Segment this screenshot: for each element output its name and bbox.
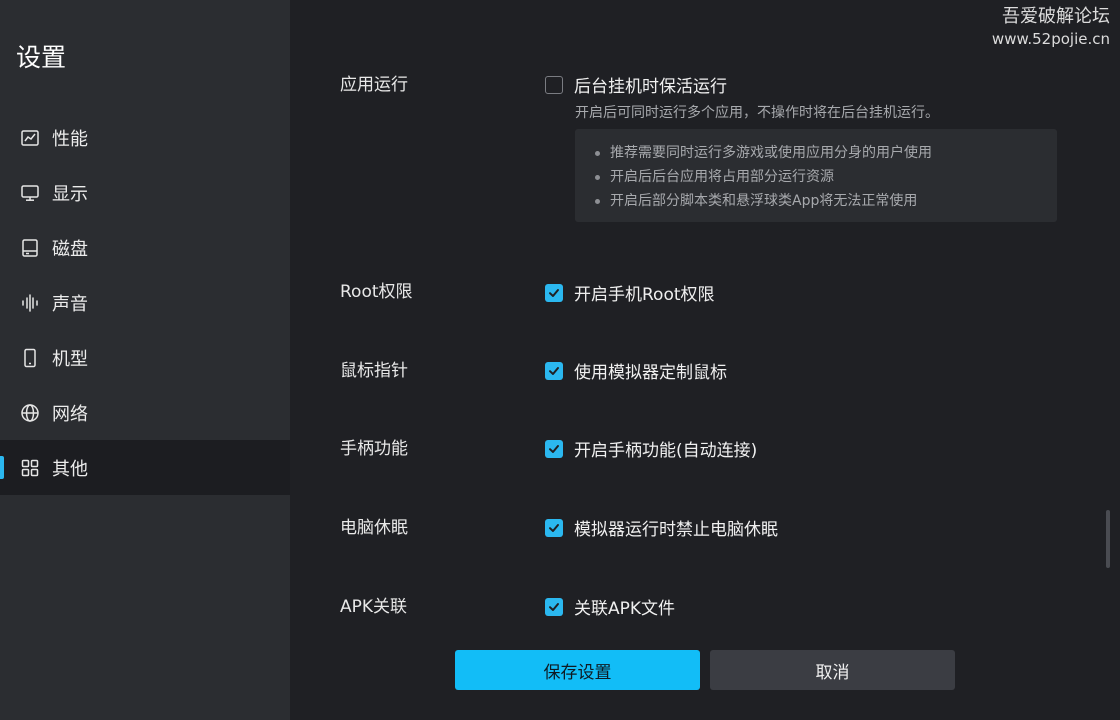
apk-option-label: 关联APK文件 bbox=[574, 599, 676, 619]
sleep-option-label: 模拟器运行时禁止电脑休眠 bbox=[574, 520, 778, 540]
gamepad-label: 手柄功能 bbox=[340, 439, 408, 459]
mouse-option[interactable]: 使用模拟器定制鼠标 bbox=[545, 358, 727, 383]
apk-label: APK关联 bbox=[340, 597, 408, 617]
tip-item: 开启后后台应用将占用部分运行资源 bbox=[595, 165, 1057, 189]
sidebar: 设置 性能 显示 磁盘 声音 机型 网络 其他 bbox=[0, 0, 290, 720]
app-run-option[interactable]: 后台挂机时保活运行 bbox=[545, 72, 727, 97]
settings-window: 设置 性能 显示 磁盘 声音 机型 网络 其他 吾爱破解论坛 www.52poj… bbox=[0, 0, 1120, 720]
watermark-url: www.52pojie.cn bbox=[991, 30, 1110, 48]
sidebar-item-other[interactable]: 其他 bbox=[0, 440, 290, 495]
app-run-checkbox[interactable] bbox=[545, 75, 563, 94]
root-checkbox[interactable] bbox=[545, 283, 563, 302]
sleep-checkbox[interactable] bbox=[545, 518, 563, 537]
app-run-option-label: 后台挂机时保活运行 bbox=[574, 77, 727, 97]
tip-item: 推荐需要同时运行多游戏或使用应用分身的用户使用 bbox=[595, 141, 1057, 165]
root-option-label: 开启手机Root权限 bbox=[574, 285, 715, 305]
mouse-option-label: 使用模拟器定制鼠标 bbox=[574, 363, 727, 383]
disk-icon bbox=[20, 238, 40, 258]
sidebar-item-disk[interactable]: 磁盘 bbox=[0, 220, 290, 275]
gamepad-option[interactable]: 开启手柄功能(自动连接) bbox=[545, 436, 757, 461]
sidebar-item-sound[interactable]: 声音 bbox=[0, 275, 290, 330]
app-run-description: 开启后可同时运行多个应用，不操作时将在后台挂机运行。 bbox=[575, 105, 939, 121]
sidebar-item-performance[interactable]: 性能 bbox=[0, 110, 290, 165]
mouse-checkbox[interactable] bbox=[545, 361, 563, 380]
tip-item: 开启后部分脚本类和悬浮球类App将无法正常使用 bbox=[595, 189, 1057, 213]
watermark: 吾爱破解论坛 www.52pojie.cn bbox=[992, 6, 1110, 50]
sleep-option[interactable]: 模拟器运行时禁止电脑休眠 bbox=[545, 515, 778, 540]
main-panel: 吾爱破解论坛 www.52pojie.cn 应用运行 后台挂机时保活运行 开启后… bbox=[290, 0, 1120, 720]
sidebar-item-model[interactable]: 机型 bbox=[0, 330, 290, 385]
app-run-tips: 推荐需要同时运行多游戏或使用应用分身的用户使用 开启后后台应用将占用部分运行资源… bbox=[575, 129, 1057, 222]
gamepad-checkbox[interactable] bbox=[545, 439, 563, 458]
root-label: Root权限 bbox=[340, 282, 413, 302]
chart-icon bbox=[20, 128, 40, 148]
grid-icon bbox=[20, 458, 40, 478]
apk-option[interactable]: 关联APK文件 bbox=[545, 594, 675, 619]
sidebar-item-label: 网络 bbox=[52, 403, 88, 425]
sidebar-item-label: 显示 bbox=[52, 183, 88, 205]
phone-icon bbox=[20, 348, 40, 368]
sidebar-item-label: 声音 bbox=[52, 293, 88, 315]
sidebar-nav: 性能 显示 磁盘 声音 机型 网络 其他 bbox=[0, 110, 290, 495]
sidebar-item-display[interactable]: 显示 bbox=[0, 165, 290, 220]
watermark-name: 吾爱破解论坛 bbox=[1002, 6, 1110, 27]
monitor-icon bbox=[20, 183, 40, 203]
sidebar-item-label: 其他 bbox=[52, 458, 88, 480]
sidebar-title: 设置 bbox=[16, 43, 67, 72]
save-button[interactable]: 保存设置 bbox=[455, 650, 700, 690]
sidebar-item-label: 性能 bbox=[52, 128, 88, 150]
scrollbar-thumb[interactable] bbox=[1106, 510, 1110, 568]
sidebar-item-label: 磁盘 bbox=[52, 238, 88, 260]
cancel-button[interactable]: 取消 bbox=[710, 650, 955, 690]
app-run-label: 应用运行 bbox=[340, 75, 408, 95]
globe-icon bbox=[20, 403, 40, 423]
mouse-label: 鼠标指针 bbox=[340, 361, 408, 381]
root-option[interactable]: 开启手机Root权限 bbox=[545, 280, 715, 305]
sidebar-item-network[interactable]: 网络 bbox=[0, 385, 290, 440]
gamepad-option-label: 开启手柄功能(自动连接) bbox=[574, 441, 758, 461]
sound-icon bbox=[20, 293, 40, 313]
sidebar-item-label: 机型 bbox=[52, 348, 88, 370]
sleep-label: 电脑休眠 bbox=[340, 518, 408, 538]
apk-checkbox[interactable] bbox=[545, 597, 563, 616]
